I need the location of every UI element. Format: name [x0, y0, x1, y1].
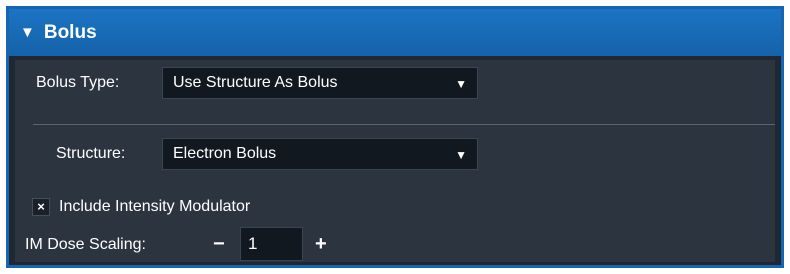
- im-dose-scaling-label: IM Dose Scaling:: [25, 236, 146, 253]
- include-intensity-modulator-label: Include Intensity Modulator: [59, 198, 251, 215]
- bolus-type-dropdown[interactable]: Use Structure As Bolus ▼: [162, 67, 478, 99]
- decrement-button[interactable]: −: [213, 234, 225, 254]
- increment-button[interactable]: +: [315, 234, 327, 254]
- structure-dropdown[interactable]: Electron Bolus ▼: [162, 138, 478, 170]
- bolus-type-value: Use Structure As Bolus: [173, 74, 338, 91]
- bolus-panel-header[interactable]: ▼ Bolus: [9, 9, 781, 56]
- bolus-panel: ▼ Bolus Bolus Type: Use Structure As Bol…: [6, 6, 784, 268]
- chevron-down-icon: ▼: [455, 77, 467, 91]
- collapse-triangle-icon[interactable]: ▼: [20, 25, 35, 40]
- chevron-down-icon: ▼: [455, 148, 467, 162]
- structure-label: Structure:: [56, 145, 126, 162]
- bolus-type-label: Bolus Type:: [36, 74, 120, 91]
- im-dose-scaling-input[interactable]: [240, 227, 303, 261]
- panel-title: Bolus: [43, 21, 97, 43]
- bolus-panel-body: Bolus Type: Use Structure As Bolus ▼ Str…: [15, 60, 775, 262]
- divider: [33, 124, 775, 125]
- include-intensity-modulator-checkbox[interactable]: ×: [32, 198, 50, 216]
- structure-value: Electron Bolus: [173, 145, 277, 162]
- checkmark-x-icon: ×: [37, 199, 45, 214]
